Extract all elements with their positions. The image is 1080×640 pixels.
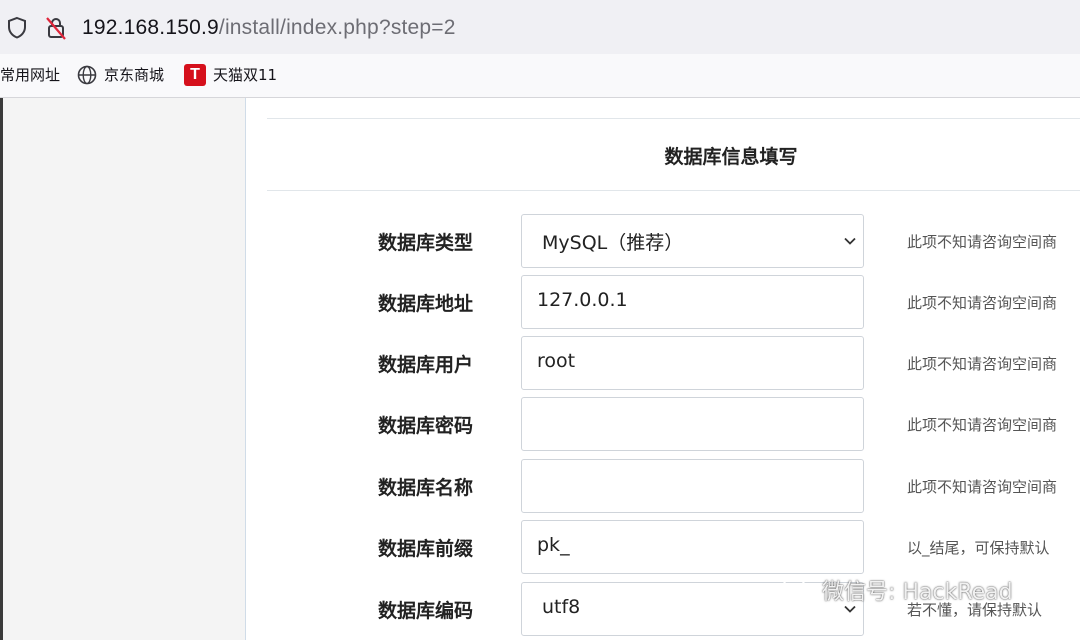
field-label: 数据库用户 bbox=[378, 354, 474, 376]
url-text[interactable]: 192.168.150.9/install/index.php?step=2 bbox=[82, 14, 456, 42]
input-value: root bbox=[537, 350, 576, 372]
chevron-down-icon bbox=[844, 237, 856, 245]
divider bbox=[267, 118, 1080, 119]
bookmark-label: 天猫双11 bbox=[213, 66, 278, 84]
wechat-icon bbox=[782, 577, 814, 603]
bookmarks-bar: 常用网址 京东商城 T 天猫双11 bbox=[0, 54, 1080, 98]
db-user-input[interactable]: root bbox=[521, 336, 864, 390]
globe-icon bbox=[77, 65, 97, 85]
field-hint: 此项不知请咨询空间商 bbox=[907, 416, 1058, 434]
bookmark-tmall[interactable]: T 天猫双11 bbox=[184, 64, 277, 86]
input-value: pk_ bbox=[537, 534, 570, 556]
field-label: 数据库类型 bbox=[378, 232, 474, 254]
insecure-lock-icon[interactable] bbox=[44, 15, 68, 41]
bookmark-jd[interactable]: 京东商城 bbox=[77, 64, 164, 86]
field-hint: 此项不知请咨询空间商 bbox=[907, 294, 1058, 312]
input-value: 127.0.0.1 bbox=[537, 289, 628, 311]
form-row-db-prefix: 数据库前缀 pk_ 以_结尾，可保持默认 bbox=[246, 520, 1080, 574]
field-label: 数据库名称 bbox=[378, 477, 474, 499]
select-value: MySQL（推荐） bbox=[542, 232, 684, 254]
window-edge bbox=[0, 98, 3, 640]
form-row-db-user: 数据库用户 root 此项不知请咨询空间商 bbox=[246, 336, 1080, 390]
bookmark-common-sites[interactable]: 常用网址 bbox=[0, 64, 60, 86]
form-row-db-host: 数据库地址 127.0.0.1 此项不知请咨询空间商 bbox=[246, 275, 1080, 329]
form-row-db-name: 数据库名称 此项不知请咨询空间商 bbox=[246, 459, 1080, 513]
divider bbox=[267, 190, 1080, 191]
field-hint: 此项不知请咨询空间商 bbox=[907, 478, 1058, 496]
db-password-input[interactable] bbox=[521, 397, 864, 451]
db-name-input[interactable] bbox=[521, 459, 864, 513]
db-host-input[interactable]: 127.0.0.1 bbox=[521, 275, 864, 329]
db-prefix-input[interactable]: pk_ bbox=[521, 520, 864, 574]
bookmark-label: 京东商城 bbox=[104, 66, 165, 84]
url-host: 192.168.150.9 bbox=[82, 16, 219, 39]
db-type-select[interactable]: MySQL（推荐） bbox=[521, 214, 864, 268]
field-label: 数据库前缀 bbox=[378, 538, 474, 560]
form-title: 数据库信息填写 bbox=[664, 146, 798, 168]
field-label: 数据库编码 bbox=[378, 600, 474, 622]
form-row-db-type: 数据库类型 MySQL（推荐） 此项不知请咨询空间商 bbox=[246, 214, 1080, 268]
field-label: 数据库密码 bbox=[378, 415, 474, 437]
install-form-panel: 数据库信息填写 数据库类型 MySQL（推荐） 此项不知请咨询空间商 数据库地址… bbox=[246, 98, 1080, 640]
address-bar[interactable]: 192.168.150.9/install/index.php?step=2 bbox=[0, 0, 1080, 54]
form-row-db-password: 数据库密码 此项不知请咨询空间商 bbox=[246, 397, 1080, 451]
shield-icon[interactable] bbox=[6, 16, 28, 40]
field-label: 数据库地址 bbox=[378, 293, 474, 315]
watermark-text: 微信号: HackRead bbox=[822, 580, 1013, 605]
tmall-icon: T bbox=[184, 64, 206, 86]
field-hint: 以_结尾，可保持默认 bbox=[907, 539, 1050, 557]
select-value: utf8 bbox=[542, 596, 581, 618]
bookmark-label: 常用网址 bbox=[0, 66, 61, 84]
field-hint: 此项不知请咨询空间商 bbox=[907, 233, 1058, 251]
field-hint: 此项不知请咨询空间商 bbox=[907, 355, 1058, 373]
wechat-watermark: 微信号: HackRead bbox=[780, 574, 1013, 606]
url-path: /install/index.php?step=2 bbox=[218, 16, 456, 39]
sidebar bbox=[0, 98, 246, 640]
